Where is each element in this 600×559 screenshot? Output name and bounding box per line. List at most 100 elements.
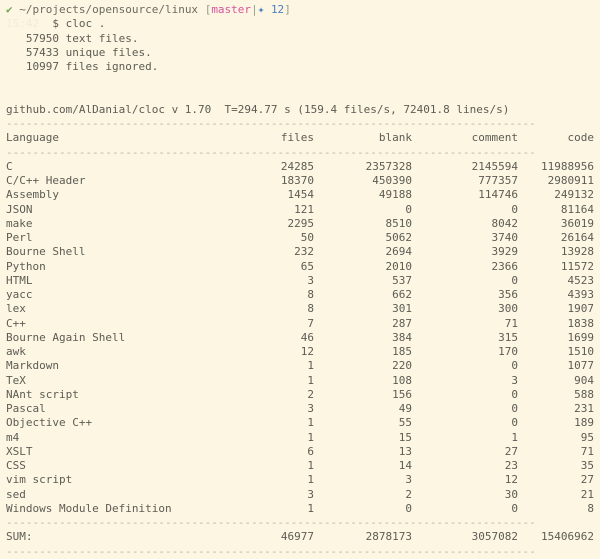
- cell-files: 50: [300, 231, 314, 244]
- cell-blank: 287: [392, 316, 412, 330]
- cell-blank: 3: [405, 473, 412, 487]
- table-row: C/C++ Header 18370 450390 777357 2980911: [6, 174, 594, 188]
- cell-files: 8: [307, 302, 314, 316]
- command-line: 15:42 $ cloc .: [0, 17, 600, 31]
- cell-comment: 27: [504, 444, 518, 458]
- cell-code: 21: [580, 487, 594, 501]
- cell-comment: 114746: [478, 188, 518, 202]
- table-body: C 24285 2357328 2145594 11988956 C/C++ Header…: [6, 160, 594, 516]
- cell-language: make: [6, 216, 33, 230]
- cell-language: Bourne Again Shell: [6, 330, 126, 344]
- cell-language: Windows Module Definition: [6, 501, 172, 515]
- column-header-blank: blank: [378, 131, 412, 145]
- rule-header-separator: ----------------------------------------…: [6, 145, 536, 159]
- table-row: C 24285 2357328 2145594 11988956: [6, 160, 594, 174]
- cell-code: 71: [580, 444, 594, 458]
- cell-code: 1838: [567, 316, 595, 330]
- cell-language: Bourne Shell: [6, 245, 86, 259]
- sum-code: 15406962: [541, 530, 594, 544]
- cell-blank: 2: [405, 487, 412, 501]
- cell-code: 26164: [560, 231, 594, 244]
- table-header-row: Language files blank comment code: [6, 131, 594, 145]
- cell-blank: 220: [392, 359, 412, 373]
- cell-code: 1907: [567, 302, 595, 316]
- prompt-dollar: $: [52, 17, 59, 31]
- table-row: C++ 7 287 71 1838: [6, 317, 594, 331]
- cell-files: 65: [300, 259, 314, 273]
- cloc-sum-table: SUM: 46977 2878173 3057082 15406962: [6, 530, 594, 544]
- sum-label: SUM:: [6, 530, 33, 544]
- cell-comment: 356: [498, 288, 518, 301]
- cell-files: 3: [307, 402, 314, 415]
- table-row: Objective C++ 1 55 0 189: [6, 416, 594, 430]
- cell-language: XSLT: [6, 444, 33, 458]
- cell-blank: 55: [398, 416, 412, 430]
- cell-language: C++: [6, 316, 26, 330]
- cell-code: 4393: [567, 288, 595, 301]
- cell-code: 1510: [567, 345, 595, 358]
- cell-comment: 170: [498, 345, 518, 358]
- cell-files: 232: [294, 245, 314, 259]
- cell-code: 95: [580, 430, 594, 444]
- cell-blank: 662: [392, 288, 412, 301]
- cell-language: m4: [6, 430, 20, 444]
- cell-files: 6: [307, 444, 314, 458]
- cell-files: 1: [307, 501, 314, 515]
- cell-comment: 0: [511, 416, 518, 430]
- cell-files: 8: [307, 288, 314, 301]
- cell-code: 1077: [567, 359, 595, 373]
- cell-files: 121: [294, 202, 314, 216]
- cell-comment: 23: [504, 459, 518, 472]
- cell-blank: 384: [392, 330, 412, 344]
- prompt-timestamp: 15:42: [6, 17, 40, 31]
- entered-command: cloc .: [65, 17, 106, 31]
- cell-files: 2295: [287, 216, 315, 230]
- cell-blank: 2694: [385, 245, 413, 259]
- output-line-ignored-files: 10997 files ignored.: [6, 60, 159, 73]
- cell-comment: 8042: [491, 216, 519, 230]
- cell-files: 2: [307, 387, 314, 401]
- cell-language: C/C++ Header: [6, 174, 86, 187]
- cell-blank: 301: [392, 302, 412, 316]
- git-ahead-count: 12: [270, 3, 285, 16]
- table-row: awk 12 185 170 1510: [6, 345, 594, 359]
- cell-blank: 2357328: [365, 159, 412, 173]
- cell-comment: 0: [511, 359, 518, 373]
- cloc-results-table: Language files blank comment code: [6, 131, 594, 145]
- cell-language: CSS: [6, 459, 26, 472]
- cell-files: 7: [307, 316, 314, 330]
- cell-code: 81164: [560, 202, 594, 216]
- cell-language: C: [6, 159, 13, 173]
- cell-blank: 49: [398, 402, 412, 415]
- cell-blank: 0: [405, 501, 412, 515]
- cell-files: 24285: [280, 159, 314, 173]
- sum-comment: 3057082: [471, 530, 518, 544]
- cell-blank: 49188: [378, 188, 412, 202]
- cell-comment: 3740: [491, 231, 519, 244]
- cell-code: 249132: [554, 188, 594, 202]
- terminal-window[interactable]: ✔ ~/projects/opensource/linux [master|✦ …: [0, 0, 600, 558]
- cell-blank: 0: [405, 202, 412, 216]
- cell-language: vim script: [6, 473, 73, 487]
- cell-comment: 0: [511, 387, 518, 401]
- cell-code: 1699: [567, 330, 595, 344]
- table-row: XSLT 6 13 27 71: [6, 445, 594, 459]
- cell-blank: 108: [392, 373, 412, 387]
- sum-blank: 2878173: [365, 530, 412, 544]
- cell-files: 46: [300, 330, 314, 344]
- cell-blank: 14: [398, 459, 412, 472]
- cell-language: Markdown: [6, 359, 59, 373]
- cell-comment: 71: [504, 316, 518, 330]
- git-branch-name: master: [211, 3, 252, 16]
- cell-code: 35: [580, 459, 594, 472]
- cell-comment: 3: [511, 373, 518, 387]
- cell-blank: 156: [392, 387, 412, 401]
- cell-code: 588: [574, 387, 594, 401]
- table-row: CSS 1 14 23 35: [6, 459, 594, 473]
- cell-blank: 537: [392, 273, 412, 287]
- table-row: Bourne Shell 232 2694 3929 13928: [6, 245, 594, 259]
- table-row: yacc 8 662 356 4393: [6, 288, 594, 302]
- cell-language: NAnt script: [6, 387, 79, 401]
- rule-bottom: ----------------------------------------…: [6, 544, 536, 558]
- table-row: TeX 1 108 3 904: [6, 374, 594, 388]
